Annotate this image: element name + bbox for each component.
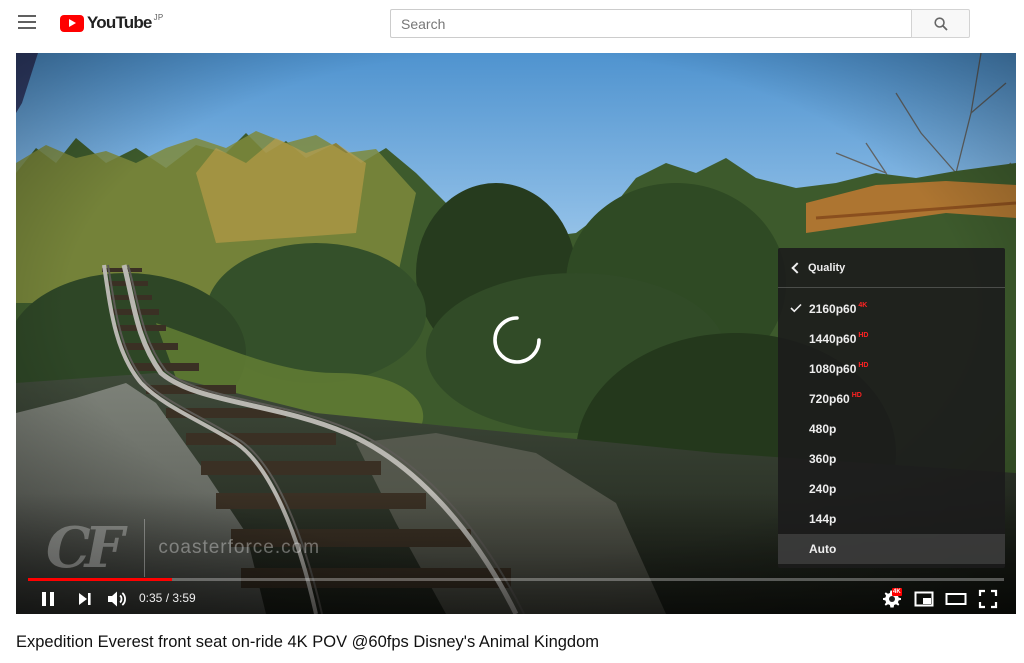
- watermark-divider: [144, 519, 146, 577]
- video-title: Expedition Everest front seat on-ride 4K…: [16, 633, 600, 651]
- fullscreen-button[interactable]: [976, 587, 1000, 611]
- watermark-logo: CF: [46, 515, 124, 581]
- player-controls: 0:35 / 3:59 4K: [16, 583, 1016, 614]
- quality-badge: HD: [851, 391, 862, 399]
- progress-bar[interactable]: [28, 578, 1004, 581]
- youtube-logo[interactable]: YouTube JP: [60, 12, 164, 34]
- quality-option-1440p60[interactable]: 1440p60 HD: [778, 324, 1005, 354]
- search-input[interactable]: [391, 10, 912, 37]
- quality-badge: 4K: [858, 301, 868, 309]
- logo-text: YouTube: [87, 13, 152, 32]
- back-chevron-icon: [778, 248, 808, 288]
- search-icon: [934, 17, 948, 31]
- time-display: 0:35 / 3:59: [139, 591, 196, 605]
- search-button[interactable]: [911, 9, 970, 38]
- quality-option-360p[interactable]: 360p: [778, 444, 1005, 474]
- quality-option-label: 240p: [809, 482, 837, 496]
- quality-option-label: 360p: [809, 452, 837, 466]
- quality-option-480p[interactable]: 480p: [778, 414, 1005, 444]
- quality-option-240p[interactable]: 240p: [778, 474, 1005, 504]
- quality-menu-back[interactable]: Quality: [778, 248, 1005, 288]
- quality-option-label: 480p: [809, 422, 837, 436]
- quality-badge: HD: [858, 361, 869, 369]
- quality-option-auto[interactable]: Auto: [778, 534, 1005, 564]
- loading-spinner-icon: [493, 316, 541, 364]
- next-icon: [79, 593, 91, 605]
- volume-icon: [108, 591, 126, 607]
- next-button[interactable]: [73, 587, 97, 611]
- logo-region: JP: [153, 13, 164, 22]
- youtube-play-icon: [60, 15, 84, 32]
- watermark-text: coasterforce.com: [158, 537, 321, 558]
- hamburger-icon[interactable]: [18, 15, 36, 29]
- mute-button[interactable]: [105, 587, 129, 611]
- pause-icon: [42, 592, 54, 606]
- settings-quality-badge: 4K: [892, 588, 902, 596]
- quality-option-label: 144p: [809, 512, 837, 526]
- miniplayer-icon: [914, 591, 934, 607]
- quality-options: 2160p60 4K 1440p60 HD 1080p60 HD 720p60 …: [778, 288, 1005, 564]
- pause-button[interactable]: [36, 587, 60, 611]
- miniplayer-button[interactable]: [912, 587, 936, 611]
- quality-option-label: Auto: [809, 542, 837, 556]
- quality-option-144p[interactable]: 144p: [778, 504, 1005, 534]
- quality-option-1080p60[interactable]: 1080p60 HD: [778, 354, 1005, 384]
- quality-option-720p60[interactable]: 720p60 HD: [778, 384, 1005, 414]
- checkmark-icon: [790, 303, 802, 313]
- fullscreen-icon: [978, 589, 998, 609]
- settings-button[interactable]: 4K: [880, 587, 904, 611]
- quality-menu-title: Quality: [808, 261, 846, 274]
- quality-option-label: 2160p60: [809, 302, 857, 316]
- quality-menu: Quality 2160p60 4K 1440p60 HD 1080p60 HD…: [778, 248, 1005, 568]
- quality-badge: HD: [858, 331, 869, 339]
- theater-mode-button[interactable]: [944, 587, 968, 611]
- quality-option-label: 1080p60: [809, 362, 857, 376]
- theater-mode-icon: [945, 593, 967, 605]
- masthead: YouTube JP: [0, 0, 1024, 48]
- quality-option-label: 720p60: [809, 392, 850, 406]
- video-player[interactable]: CF coasterforce.com Quality 2160p60 4K 1…: [16, 53, 1016, 614]
- progress-played: [28, 578, 173, 581]
- quality-option-label: 1440p60: [809, 332, 857, 346]
- quality-option-2160p60[interactable]: 2160p60 4K: [778, 294, 1005, 324]
- search-box: [390, 9, 912, 38]
